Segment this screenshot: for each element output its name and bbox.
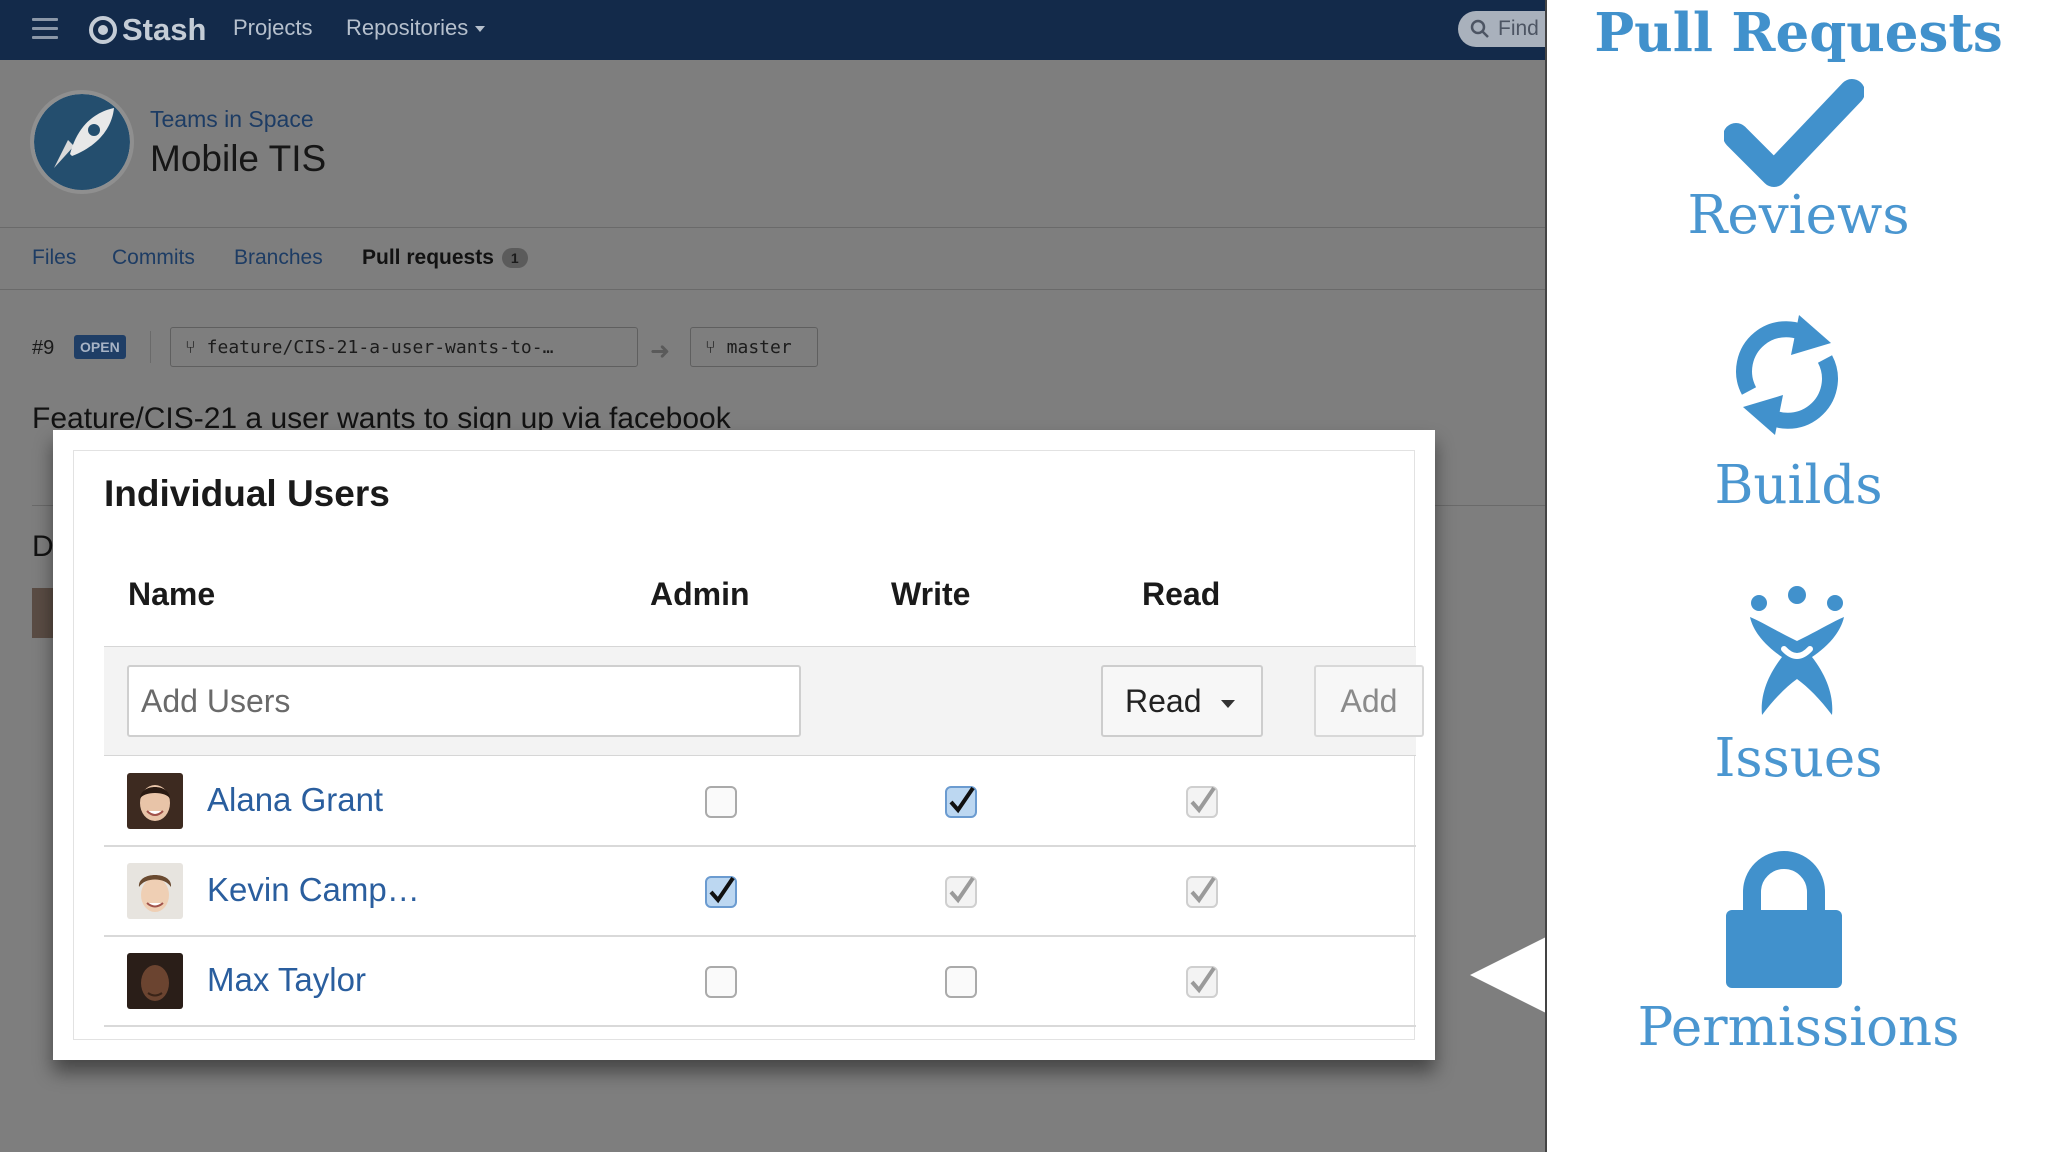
pull-requests-count-badge: 1 — [501, 248, 528, 269]
admin-checkbox[interactable] — [704, 875, 738, 909]
jira-icon — [1750, 586, 1844, 715]
nav-projects[interactable]: Projects — [233, 15, 312, 41]
table-row: Max Taylor — [104, 937, 1416, 1027]
refresh-icon — [1736, 315, 1838, 435]
feature-label-permissions: Permissions — [1637, 997, 1960, 1058]
avatar — [127, 863, 183, 919]
chevron-down-icon — [1221, 700, 1235, 708]
tab-branches[interactable]: Branches — [234, 246, 323, 270]
arrow-right-icon: ➜ — [650, 338, 671, 365]
add-users-row: Add Users Read Add — [104, 646, 1424, 756]
top-navigation: Stash Projects Repositories Find — [0, 0, 1545, 60]
section-heading: D — [32, 530, 54, 563]
lock-icon — [1726, 851, 1842, 988]
table-row: Alana Grant — [104, 757, 1416, 847]
status-badge: OPEN — [74, 335, 126, 359]
stash-logo-icon — [89, 16, 117, 44]
read-checkbox[interactable] — [1185, 875, 1219, 909]
repository-name: Mobile TIS — [150, 138, 327, 179]
chevron-down-icon — [475, 26, 486, 33]
permission-select[interactable]: Read — [1101, 665, 1263, 737]
add-users-input[interactable]: Add Users — [127, 665, 801, 737]
divider — [150, 331, 151, 363]
tab-commits[interactable]: Commits — [112, 246, 195, 270]
feature-label-issues: Issues — [1714, 728, 1883, 789]
source-branch-label: feature/CIS-21-a-user-wants-to-… — [206, 337, 554, 358]
feature-panel: Pull Requests Reviews Builds Issues Perm… — [1545, 0, 2048, 1152]
callout-pointer — [1470, 935, 1550, 1015]
source-branch[interactable]: ⑂ feature/CIS-21-a-user-wants-to-… — [170, 327, 638, 367]
checkmark-icon — [1724, 79, 1864, 187]
rocket-icon — [34, 94, 130, 190]
panel-title: Pull Requests — [1594, 2, 2003, 64]
pull-request-number: #9 — [32, 337, 55, 359]
write-checkbox[interactable] — [944, 785, 978, 819]
repository-header: Teams in Space Mobile TIS — [0, 60, 1545, 228]
write-checkbox[interactable] — [944, 965, 978, 999]
column-header-admin: Admin — [650, 576, 750, 612]
avatar — [127, 953, 183, 1009]
user-name[interactable]: Alana Grant — [207, 781, 383, 819]
add-button[interactable]: Add — [1314, 665, 1424, 737]
project-avatar[interactable] — [30, 90, 134, 194]
repository-tabs: Files Commits Branches Pull requests 1 — [0, 228, 1545, 290]
branch-icon: ⑂ — [705, 337, 727, 358]
admin-checkbox[interactable] — [704, 785, 738, 819]
tab-pull-requests-label: Pull requests — [362, 246, 494, 269]
admin-checkbox[interactable] — [704, 965, 738, 999]
pull-request-meta: #9 OPEN ⑂ feature/CIS-21-a-user-wants-to… — [0, 327, 1545, 367]
permission-select-value: Read — [1125, 683, 1202, 719]
project-name[interactable]: Teams in Space — [150, 106, 314, 133]
read-checkbox[interactable] — [1185, 965, 1219, 999]
user-name[interactable]: Max Taylor — [207, 961, 366, 999]
nav-repositories[interactable]: Repositories — [346, 15, 486, 41]
column-header-read: Read — [1142, 576, 1221, 612]
write-checkbox[interactable] — [944, 875, 978, 909]
permissions-panel: Individual Users Name Admin Write Read A… — [73, 450, 1424, 1040]
user-name[interactable]: Kevin Camp… — [207, 871, 420, 909]
permissions-card: Individual Users Name Admin Write Read A… — [53, 430, 1435, 1060]
feature-label-builds: Builds — [1714, 455, 1883, 516]
column-header-write: Write — [891, 576, 971, 612]
search-icon — [1470, 19, 1489, 38]
avatar — [127, 773, 183, 829]
section-title: Individual Users — [104, 473, 390, 514]
stash-logo[interactable]: Stash — [88, 10, 206, 50]
target-branch-label: master — [726, 337, 792, 358]
target-branch[interactable]: ⑂ master — [690, 327, 818, 367]
search-placeholder: Find — [1498, 17, 1539, 40]
tab-pull-requests[interactable]: Pull requests 1 — [362, 246, 528, 270]
tab-files[interactable]: Files — [32, 246, 76, 270]
menu-icon[interactable] — [32, 18, 58, 40]
search-input[interactable]: Find — [1458, 11, 1545, 47]
column-header-name: Name — [128, 576, 216, 612]
read-checkbox[interactable] — [1185, 785, 1219, 819]
nav-repositories-label: Repositories — [346, 15, 469, 40]
table-row: Kevin Camp… — [104, 847, 1416, 937]
branch-icon: ⑂ — [185, 337, 207, 358]
feature-label-reviews: Reviews — [1687, 185, 1910, 246]
logo-text: Stash — [122, 12, 207, 47]
